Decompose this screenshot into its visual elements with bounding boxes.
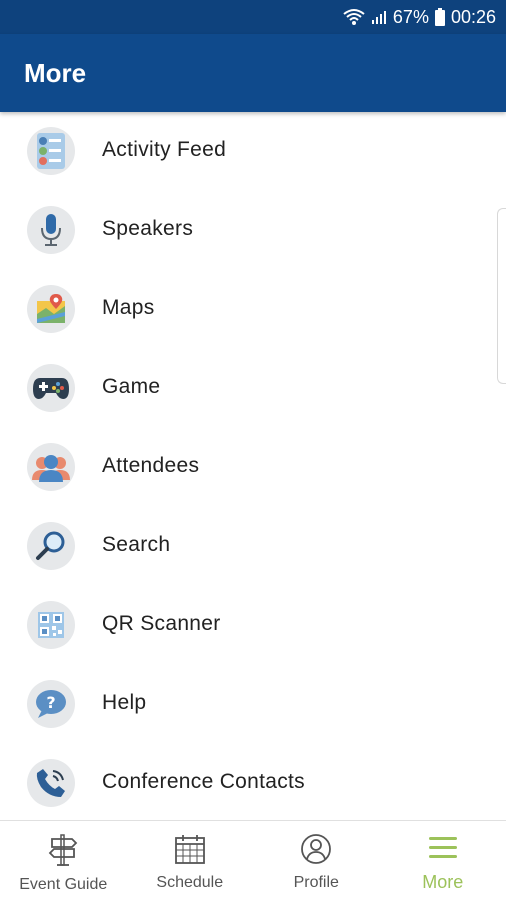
more-menu-list: Activity Feed Speakers Maps xyxy=(0,112,506,820)
battery-icon xyxy=(435,8,445,26)
help-icon: ? xyxy=(27,680,75,728)
menu-item-help[interactable]: ? Help xyxy=(0,665,506,743)
clock: 00:26 xyxy=(451,7,496,28)
gamepad-icon xyxy=(27,364,75,412)
activity-feed-icon xyxy=(27,127,75,175)
nav-schedule[interactable]: Schedule xyxy=(127,821,254,901)
hamburger-menu-icon xyxy=(427,833,459,868)
menu-item-qr-scanner[interactable]: QR Scanner xyxy=(0,586,506,664)
menu-item-label: Conference Contacts xyxy=(102,770,305,794)
menu-item-conference-contacts[interactable]: Conference Contacts xyxy=(0,744,506,820)
nav-label: Event Guide xyxy=(19,876,107,894)
battery-percent: 67% xyxy=(393,7,429,28)
status-bar: 67% 00:26 xyxy=(0,0,506,34)
menu-item-activity-feed[interactable]: Activity Feed xyxy=(0,112,506,190)
nav-label: Profile xyxy=(294,874,339,892)
menu-item-label: Search xyxy=(102,533,170,557)
menu-item-label: Help xyxy=(102,691,146,715)
scrollbar-thumb[interactable] xyxy=(497,208,506,384)
menu-item-game[interactable]: Game xyxy=(0,349,506,427)
menu-item-label: QR Scanner xyxy=(102,612,221,636)
svg-text:?: ? xyxy=(46,693,55,712)
nav-profile[interactable]: Profile xyxy=(253,821,380,901)
menu-item-label: Activity Feed xyxy=(102,138,226,162)
menu-item-label: Speakers xyxy=(102,217,193,241)
nav-event-guide[interactable]: Event Guide xyxy=(0,821,127,901)
menu-item-label: Game xyxy=(102,375,160,399)
menu-item-attendees[interactable]: Attendees xyxy=(0,428,506,506)
page-title: More xyxy=(24,58,86,89)
menu-item-label: Maps xyxy=(102,296,155,320)
qr-code-icon xyxy=(27,601,75,649)
phone-icon xyxy=(27,759,75,807)
menu-item-search[interactable]: Search xyxy=(0,507,506,585)
attendees-icon xyxy=(27,443,75,491)
microphone-icon xyxy=(27,206,75,254)
signal-icon xyxy=(371,9,387,25)
profile-icon xyxy=(300,833,332,870)
nav-label: Schedule xyxy=(156,874,223,892)
wifi-icon xyxy=(343,8,365,26)
search-icon xyxy=(27,522,75,570)
menu-item-label: Attendees xyxy=(102,454,199,478)
nav-label: More xyxy=(422,872,463,893)
app-bar: More xyxy=(0,34,506,112)
calendar-icon xyxy=(174,833,206,870)
signpost-icon xyxy=(48,833,78,872)
nav-more[interactable]: More xyxy=(380,821,506,901)
menu-item-maps[interactable]: Maps xyxy=(0,270,506,348)
map-icon xyxy=(27,285,75,333)
menu-item-speakers[interactable]: Speakers xyxy=(0,191,506,269)
bottom-navigation: Event Guide Schedule Pro xyxy=(0,820,506,901)
